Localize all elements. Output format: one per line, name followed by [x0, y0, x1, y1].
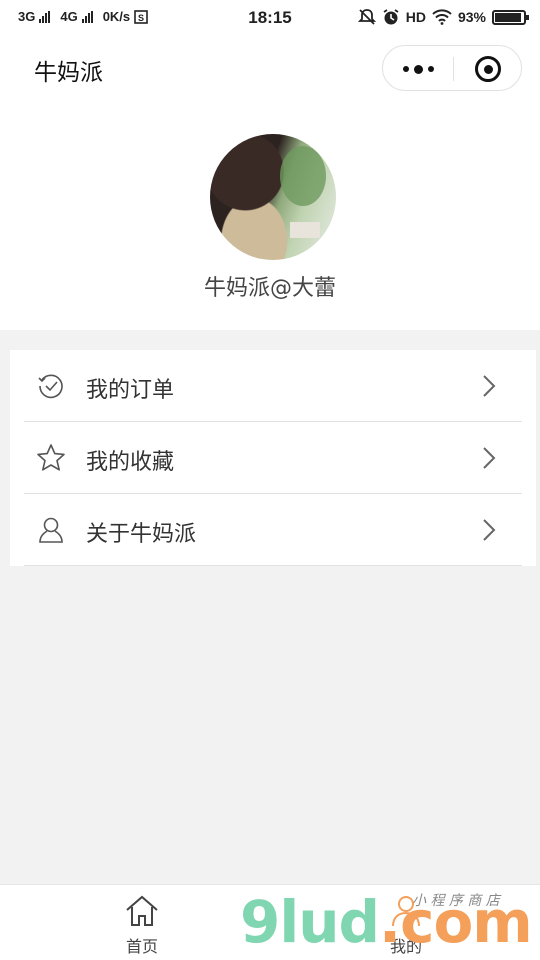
menu-item-label: 关于牛妈派	[86, 522, 197, 547]
hd-label: HD	[405, 9, 426, 25]
chevron-right-icon	[483, 447, 496, 469]
more-dot-icon	[427, 66, 434, 72]
page-title: 牛妈派	[34, 60, 103, 86]
mini-program-capsule	[382, 45, 522, 91]
status-bar: 3G 4G 0K/s S 18:15 HD 93%	[0, 0, 540, 36]
close-button[interactable]	[453, 46, 523, 92]
profile-header: 牛妈派@大蕾	[0, 100, 540, 330]
person-icon	[39, 517, 63, 543]
more-dot-icon	[402, 66, 409, 72]
battery-percent: 93%	[457, 9, 486, 25]
tab-mine[interactable]: 我的	[356, 885, 456, 960]
nav-bar: 牛妈派	[0, 36, 540, 100]
star-icon	[37, 444, 65, 471]
avatar[interactable]	[210, 134, 336, 260]
tab-home[interactable]: 首页	[92, 885, 192, 960]
user-icon	[392, 896, 420, 927]
battery-fill	[495, 12, 522, 22]
menu-item-label: 我的订单	[86, 378, 175, 403]
wifi-icon	[432, 9, 452, 25]
menu-list: 我的订单 我的收藏 关于牛妈派	[10, 350, 536, 566]
more-button[interactable]	[383, 46, 453, 92]
alarm-icon	[383, 9, 399, 25]
order-check-icon	[38, 374, 63, 399]
username: 牛妈派@大蕾	[203, 276, 336, 301]
home-icon	[126, 895, 158, 926]
menu-item-about[interactable]: 关于牛妈派	[24, 494, 522, 566]
menu-item-orders[interactable]: 我的订单	[24, 350, 522, 422]
tab-bar: 首页 我的	[0, 884, 540, 960]
mute-bell-icon	[357, 9, 376, 25]
tab-home-label: 首页	[125, 937, 158, 956]
chevron-right-icon	[483, 519, 496, 541]
battery-icon	[492, 9, 529, 25]
menu-item-favorites[interactable]: 我的收藏	[24, 422, 522, 494]
menu-item-label: 我的收藏	[86, 450, 175, 475]
close-target-icon	[475, 56, 501, 82]
avatar-tree	[280, 146, 326, 206]
status-right: HD 93%	[357, 8, 529, 26]
tab-mine-label: 我的	[389, 937, 422, 956]
avatar-building	[290, 222, 320, 238]
more-dot-icon	[413, 64, 423, 74]
chevron-right-icon	[483, 375, 496, 397]
